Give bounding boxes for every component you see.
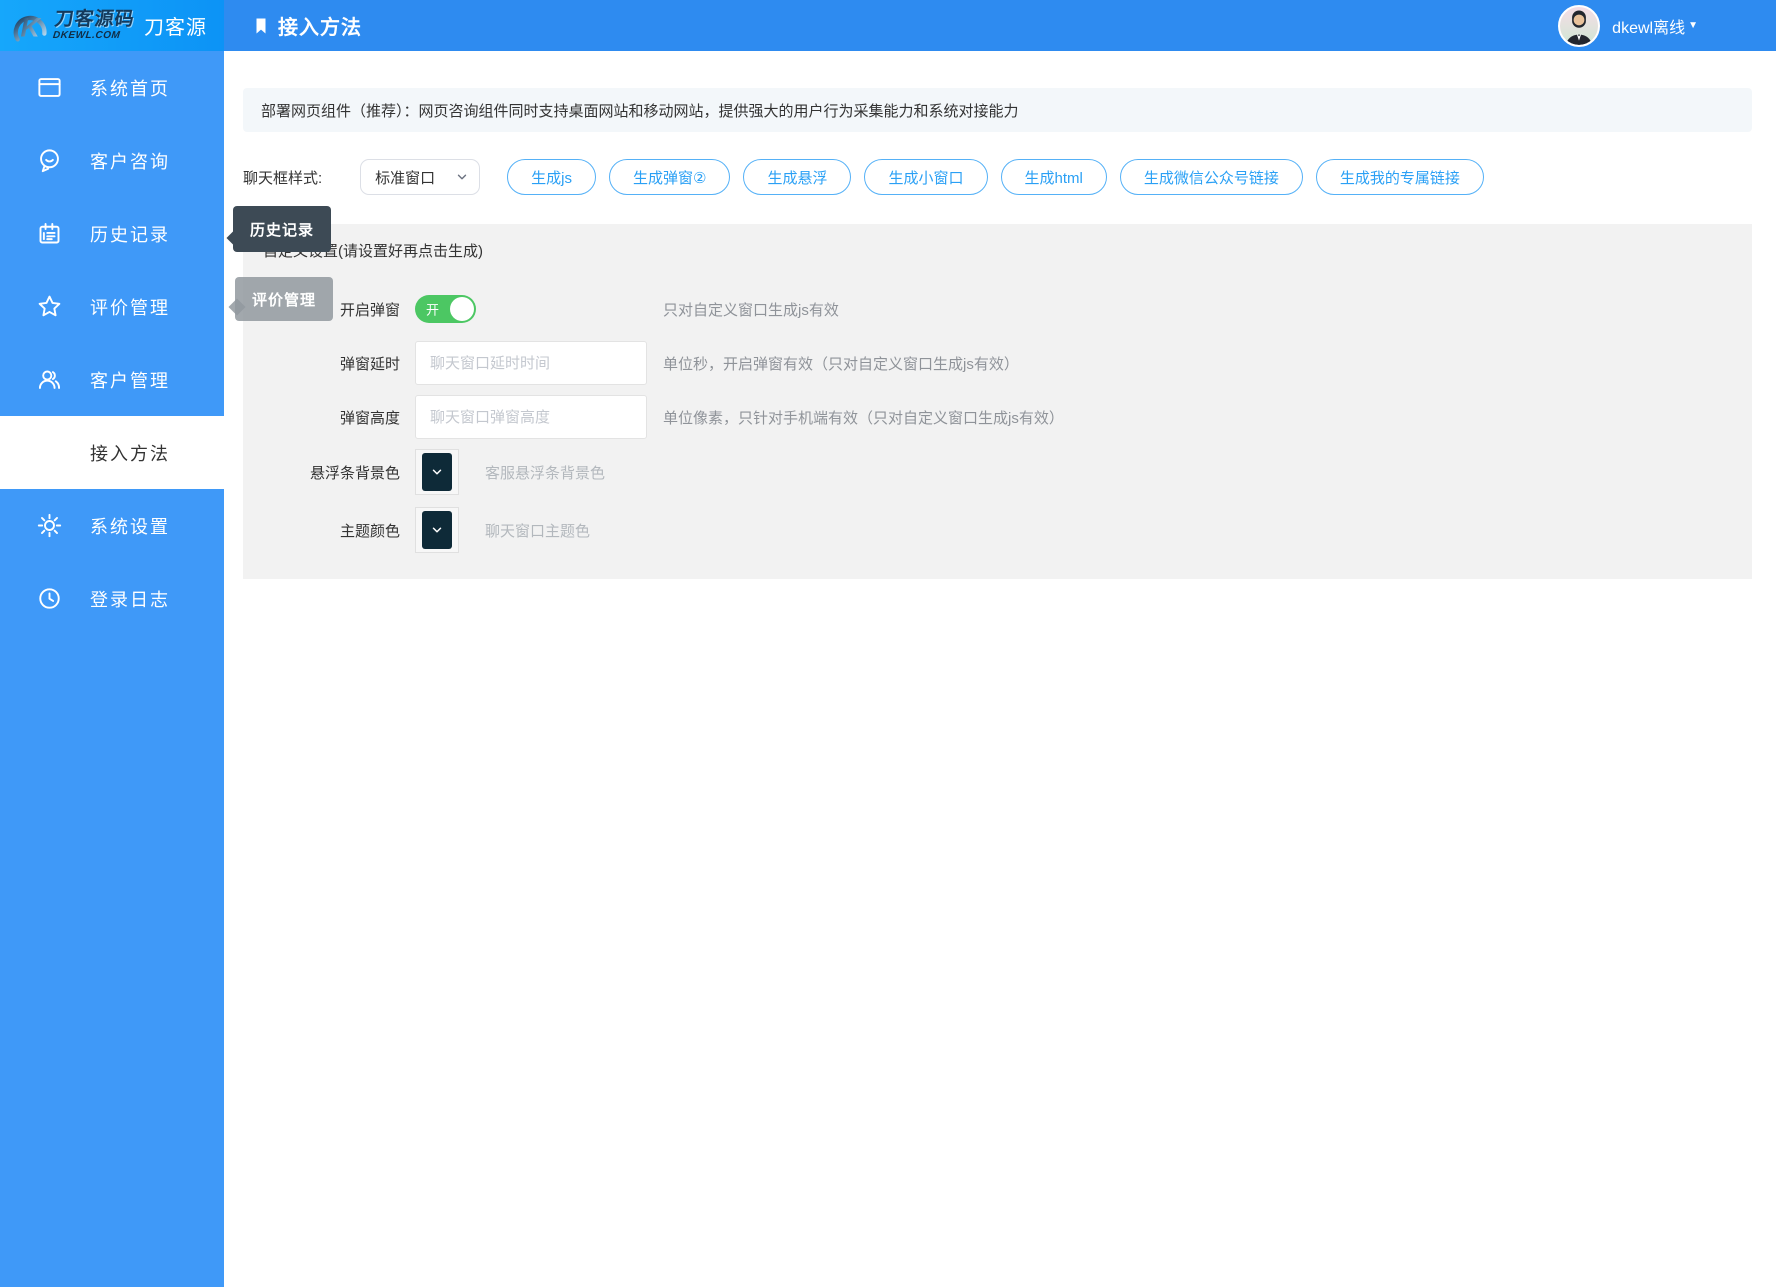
brand-name-en: DKEWL.COM <box>52 31 133 41</box>
chat-style-row: 聊天框样式: 标准窗口 生成js 生成弹窗② 生成悬浮 生成小窗口 生成html… <box>243 158 1752 196</box>
row-popup-delay: 弹窗延时 单位秒，开启弹窗有效（只对自定义窗口生成js有效） <box>243 341 1752 385</box>
row-enable-popup: 开启弹窗 开 只对自定义窗口生成js有效 <box>243 295 1752 323</box>
generate-float-button[interactable]: 生成悬浮 <box>743 159 851 195</box>
row-popup-height: 弹窗高度 单位像素，只针对手机端有效（只对自定义窗口生成js有效） <box>243 395 1752 439</box>
info-banner: 部署网页组件（推荐）：网页咨询组件同时支持桌面网站和移动网站，提供强大的用户行为… <box>243 88 1752 132</box>
generate-small-window-button[interactable]: 生成小窗口 <box>864 159 987 195</box>
sidebar-item-home[interactable]: 系统首页 <box>0 51 224 124</box>
custom-settings-panel: 自定义设置(请设置好再点击生成) 开启弹窗 开 只对自定义窗口生成js有效 弹窗… <box>243 224 1752 579</box>
generate-exclusive-link-button[interactable]: 生成我的专属链接 <box>1316 159 1484 195</box>
chat-style-select[interactable]: 标准窗口 <box>360 159 480 195</box>
floatbar-bg-color-select[interactable] <box>415 449 459 495</box>
brand-name-side: 刀客源 <box>144 11 207 40</box>
tooltip-history: 历史记录 <box>233 206 331 252</box>
gear-icon <box>36 512 63 539</box>
main-content: 部署网页组件（推荐）：网页咨询组件同时支持桌面网站和移动网站，提供强大的用户行为… <box>224 51 1776 1287</box>
popup-height-hint: 单位像素，只针对手机端有效（只对自定义窗口生成js有效） <box>663 407 1064 428</box>
brand-name-cn: 刀客源码 <box>54 10 136 29</box>
svg-text:K: K <box>21 12 42 42</box>
star-icon <box>36 293 63 320</box>
chevron-down-icon <box>430 465 444 479</box>
popup-delay-input[interactable] <box>415 341 647 385</box>
row-theme-color: 主题颜色 聊天窗口主题色 <box>243 507 1752 553</box>
info-banner-text: 部署网页组件（推荐）：网页咨询组件同时支持桌面网站和移动网站，提供强大的用户行为… <box>261 100 1019 121</box>
user-menu[interactable]: dkewl离线 ▼ <box>1558 0 1698 51</box>
bookmark-icon <box>252 16 270 36</box>
generate-html-button[interactable]: 生成html <box>1001 159 1107 195</box>
popup-delay-hint: 单位秒，开启弹窗有效（只对自定义窗口生成js有效） <box>663 353 1019 374</box>
generate-buttons: 生成js 生成弹窗② 生成悬浮 生成小窗口 生成html 生成微信公众号链接 生… <box>507 159 1484 195</box>
chevron-down-icon <box>455 170 469 184</box>
generate-popup-button[interactable]: 生成弹窗② <box>609 159 730 195</box>
user-name: dkewl离线 <box>1612 14 1685 38</box>
sidebar: 系统首页 客户咨询 历史记录 评价管理 客户管理 接 <box>0 51 224 1287</box>
page-title: 接入方法 <box>278 11 362 40</box>
logo[interactable]: K 刀客源码 DKEWL.COM 刀客源 <box>0 0 224 51</box>
sidebar-item-customers[interactable]: 客户管理 <box>0 343 224 416</box>
sidebar-item-access-method[interactable]: 接入方法 <box>0 416 224 489</box>
toggle-knob <box>450 297 474 321</box>
clock-icon <box>36 585 63 612</box>
sidebar-item-reviews[interactable]: 评价管理 <box>0 270 224 343</box>
generate-js-button[interactable]: 生成js <box>507 159 596 195</box>
row-floatbar-bg-color: 悬浮条背景色 客服悬浮条背景色 <box>243 449 1752 495</box>
caret-down-icon: ▼ <box>1688 20 1698 31</box>
chat-style-label: 聊天框样式: <box>243 167 322 188</box>
floatbar-bg-color-label: 悬浮条背景色 <box>243 462 400 483</box>
popup-height-label: 弹窗高度 <box>243 407 400 428</box>
popup-height-input[interactable] <box>415 395 647 439</box>
panel-heading: 自定义设置(请设置好再点击生成) <box>263 240 1752 261</box>
theme-color-hint: 聊天窗口主题色 <box>485 520 590 541</box>
theme-color-label: 主题颜色 <box>243 520 400 541</box>
brand-logo-icon: K <box>10 5 52 47</box>
tooltip-reviews: 评价管理 <box>235 277 333 321</box>
topbar: K 刀客源码 DKEWL.COM 刀客源 接入方法 <box>0 0 1776 51</box>
sidebar-item-consult[interactable]: 客户咨询 <box>0 124 224 197</box>
toggle-on-label: 开 <box>426 300 439 319</box>
popup-delay-label: 弹窗延时 <box>243 353 400 374</box>
generate-wechat-link-button[interactable]: 生成微信公众号链接 <box>1120 159 1303 195</box>
floatbar-bg-color-hint: 客服悬浮条背景色 <box>485 462 605 483</box>
window-icon <box>36 74 63 101</box>
chat-style-selected-value: 标准窗口 <box>375 167 435 188</box>
chat-smile-icon <box>36 147 63 174</box>
theme-color-select[interactable] <box>415 507 459 553</box>
avatar[interactable] <box>1558 5 1600 47</box>
sidebar-item-login-log[interactable]: 登录日志 <box>0 562 224 635</box>
enable-popup-toggle[interactable]: 开 <box>415 295 476 323</box>
users-icon <box>36 366 63 393</box>
notebook-icon <box>36 220 63 247</box>
enable-popup-hint: 只对自定义窗口生成js有效 <box>663 299 839 320</box>
sidebar-item-history[interactable]: 历史记录 <box>0 197 224 270</box>
sidebar-item-settings[interactable]: 系统设置 <box>0 489 224 562</box>
chevron-down-icon <box>430 523 444 537</box>
